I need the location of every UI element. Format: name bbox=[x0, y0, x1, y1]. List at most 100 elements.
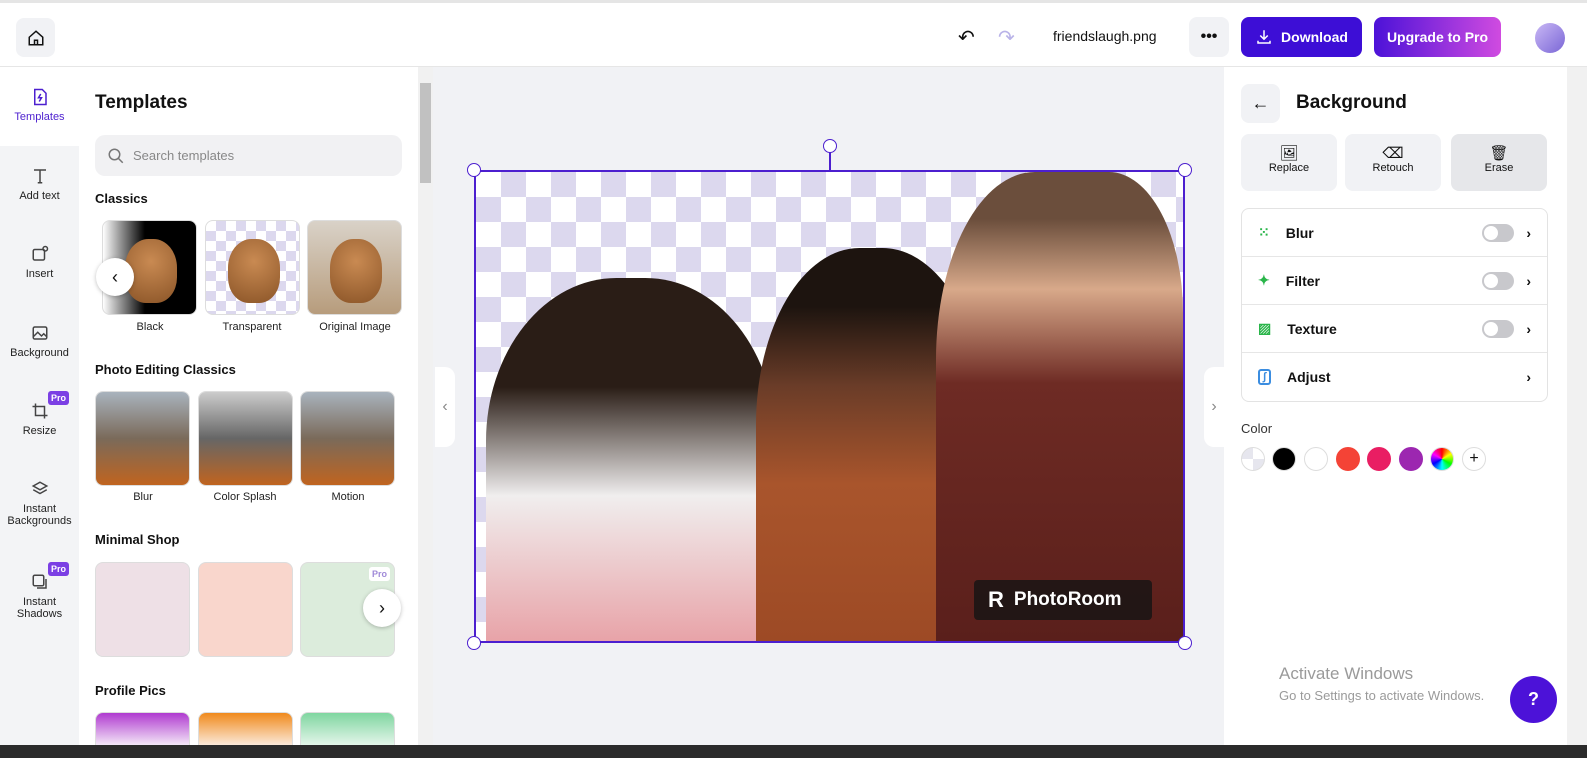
woman-photo bbox=[199, 392, 292, 485]
template-label: Black bbox=[136, 321, 164, 333]
home-button[interactable] bbox=[16, 18, 55, 57]
background-panel: ← Background 🖼 Replace ⌫ Retouch 🗑 Erase ⁙ B… bbox=[1224, 67, 1567, 745]
bear-image bbox=[330, 239, 382, 303]
rail-item-resize[interactable]: Pro Resize bbox=[0, 391, 79, 437]
rail-item-templates[interactable]: Templates bbox=[0, 67, 79, 146]
rail-label: Instant Backgrounds bbox=[7, 503, 72, 527]
bear-image bbox=[228, 239, 280, 303]
rail-item-insert[interactable]: Insert bbox=[0, 244, 79, 280]
undo-icon[interactable]: ↶ bbox=[958, 25, 975, 50]
option-filter[interactable]: ✦ Filter › bbox=[1242, 257, 1547, 305]
template-transparent[interactable] bbox=[205, 220, 300, 315]
template-profile-3[interactable] bbox=[300, 712, 395, 745]
canvas-image[interactable]: R PhotoRoom bbox=[474, 170, 1185, 643]
retouch-button[interactable]: ⌫ Retouch bbox=[1345, 134, 1441, 191]
crop-icon bbox=[32, 403, 47, 419]
rail-item-background[interactable]: Background bbox=[0, 323, 79, 359]
eraser-sparkle-icon: ⌫ bbox=[1382, 145, 1404, 162]
template-profile-2[interactable] bbox=[198, 712, 293, 745]
help-icon: ? bbox=[1528, 689, 1539, 709]
option-adjust[interactable]: ∫ Adjust › bbox=[1242, 353, 1547, 401]
option-texture[interactable]: ▨ Texture › bbox=[1242, 305, 1547, 353]
filter-toggle[interactable] bbox=[1482, 271, 1515, 290]
template-profile-1[interactable] bbox=[95, 712, 190, 745]
image-icon: 🖼 bbox=[1279, 145, 1299, 162]
upgrade-button[interactable]: Upgrade to Pro bbox=[1374, 17, 1501, 57]
pro-badge: Pro bbox=[368, 567, 390, 581]
help-button[interactable]: ? bbox=[1510, 676, 1557, 723]
rail-item-add-text[interactable]: Add text bbox=[0, 166, 79, 202]
activate-windows-title: Activate Windows bbox=[1279, 664, 1414, 683]
more-button[interactable]: ••• bbox=[1189, 17, 1229, 57]
options-list: ⁙ Blur › ✦ Filter › ▨ Texture › ∫ Adjust › bbox=[1241, 208, 1548, 402]
person-right bbox=[936, 172, 1183, 641]
search-placeholder: Search templates bbox=[133, 148, 235, 163]
panel-scrollbar[interactable] bbox=[418, 67, 433, 745]
sparkle-icon: ✦ bbox=[1258, 272, 1270, 288]
page-scrollbar[interactable] bbox=[1567, 67, 1587, 745]
resize-handle-tl[interactable] bbox=[467, 163, 481, 177]
swatch-red[interactable] bbox=[1336, 447, 1360, 471]
template-label: Blur bbox=[133, 491, 153, 503]
swatch-custom-rainbow[interactable] bbox=[1430, 447, 1454, 471]
template-shop-1[interactable] bbox=[95, 562, 190, 657]
activate-windows-subtitle: Go to Settings to activate Windows. bbox=[1279, 688, 1485, 703]
swatch-purple[interactable] bbox=[1399, 447, 1423, 471]
swatch-black[interactable] bbox=[1272, 447, 1296, 471]
rail-item-instant-backgrounds[interactable]: Instant Backgrounds bbox=[0, 479, 79, 527]
texture-toggle[interactable] bbox=[1482, 319, 1515, 338]
chevron-right-icon: › bbox=[1526, 369, 1531, 385]
collapse-right-button[interactable]: › bbox=[1204, 367, 1224, 447]
download-label: Download bbox=[1281, 29, 1348, 45]
woman-photo bbox=[96, 392, 189, 485]
template-color-splash[interactable] bbox=[198, 391, 293, 486]
section-title: Minimal Shop bbox=[95, 532, 180, 547]
rail-item-instant-shadows[interactable]: Pro Instant Shadows bbox=[0, 562, 79, 620]
photoroom-logo-icon: R bbox=[988, 587, 1004, 612]
arrow-left-icon: ← bbox=[1251, 93, 1270, 113]
template-blur[interactable] bbox=[95, 391, 190, 486]
blur-toggle[interactable] bbox=[1482, 223, 1515, 242]
avatar[interactable] bbox=[1535, 23, 1565, 53]
add-color-button[interactable]: + bbox=[1462, 447, 1486, 471]
rail-label: Background bbox=[10, 347, 69, 359]
watermark-text: PhotoRoom bbox=[1013, 589, 1122, 610]
template-motion[interactable] bbox=[300, 391, 395, 486]
back-button[interactable]: ← bbox=[1241, 84, 1280, 123]
pro-badge: Pro bbox=[48, 391, 70, 405]
panel-title: Background bbox=[1296, 92, 1407, 113]
replace-button[interactable]: 🖼 Replace bbox=[1241, 134, 1337, 191]
carousel-prev-button[interactable]: ‹ bbox=[96, 258, 134, 296]
resize-handle-tr[interactable] bbox=[1178, 163, 1192, 177]
chevron-right-icon: › bbox=[1526, 320, 1531, 337]
filename[interactable]: friendslaugh.png bbox=[1053, 28, 1157, 44]
carousel-next-button[interactable]: › bbox=[363, 589, 401, 627]
rail-label: Add text bbox=[19, 190, 60, 202]
texture-stripes-icon: ▨ bbox=[1258, 320, 1272, 336]
resize-handle-br[interactable] bbox=[1178, 636, 1192, 650]
rotate-handle[interactable] bbox=[823, 139, 837, 153]
erase-button[interactable]: 🗑 Erase bbox=[1451, 134, 1547, 191]
chevron-right-icon: › bbox=[1526, 272, 1531, 289]
adjust-curve-icon: ∫ bbox=[1258, 369, 1272, 385]
scrollbar-thumb[interactable] bbox=[420, 83, 431, 183]
option-blur[interactable]: ⁙ Blur › bbox=[1242, 209, 1547, 257]
template-label: Original Image bbox=[319, 321, 391, 333]
top-bar: ↶ ↷ friendslaugh.png ••• Download Upgrad… bbox=[0, 0, 1587, 67]
option-label: Texture bbox=[1287, 320, 1337, 337]
option-label: Filter bbox=[1285, 272, 1320, 289]
section-title: Photo Editing Classics bbox=[95, 362, 236, 377]
template-original-image[interactable] bbox=[307, 220, 402, 315]
tool-label: Erase bbox=[1484, 162, 1514, 174]
download-button[interactable]: Download bbox=[1241, 17, 1362, 57]
collapse-left-button[interactable]: ‹ bbox=[435, 367, 455, 447]
resize-handle-bl[interactable] bbox=[467, 636, 481, 650]
redo-icon[interactable]: ↷ bbox=[998, 25, 1015, 50]
template-shop-2[interactable] bbox=[198, 562, 293, 657]
blur-dots-icon: ⁙ bbox=[1258, 224, 1270, 240]
swatch-white[interactable] bbox=[1304, 447, 1328, 471]
search-input[interactable]: Search templates bbox=[95, 135, 402, 176]
swatch-pink[interactable] bbox=[1367, 447, 1391, 471]
taskbar-edge bbox=[0, 745, 1587, 758]
swatch-transparent[interactable] bbox=[1241, 447, 1265, 471]
